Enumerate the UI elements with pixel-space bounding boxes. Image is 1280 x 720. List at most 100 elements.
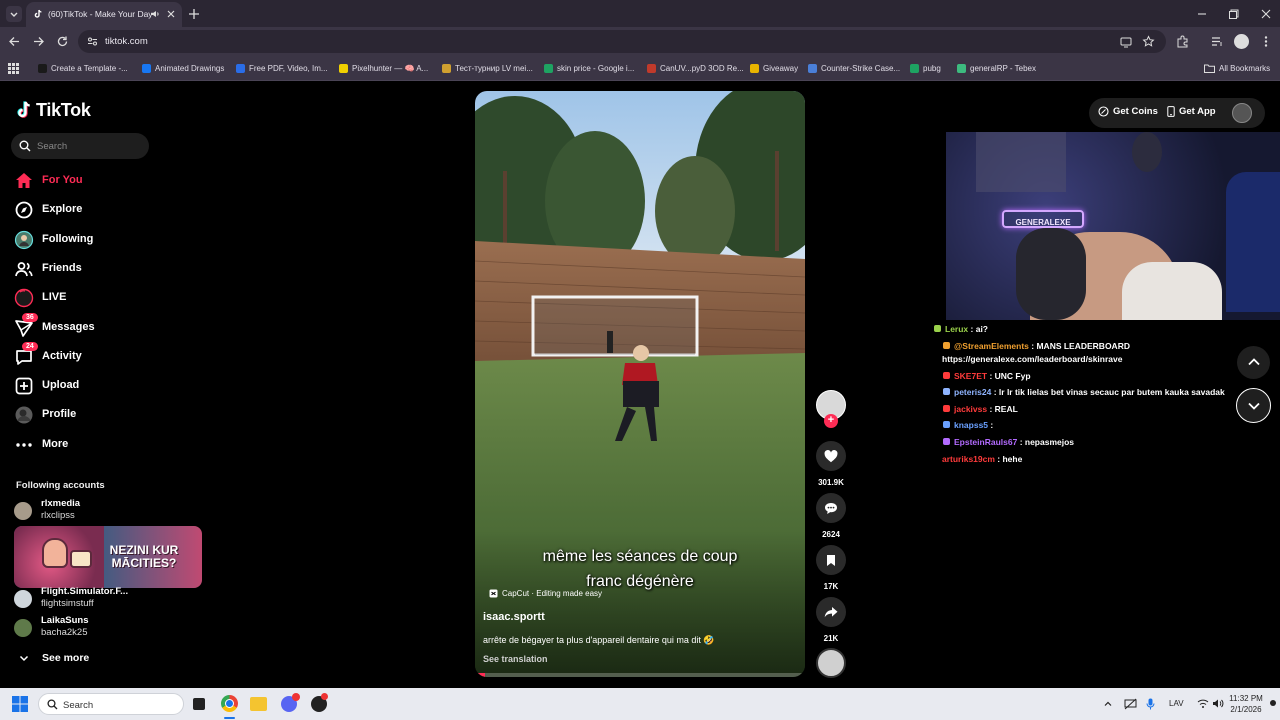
install-app-icon[interactable] <box>1120 36 1132 48</box>
discord-notification-badge <box>292 693 300 701</box>
browser-menu-icon[interactable] <box>1260 35 1272 48</box>
see-translation-link[interactable]: See translation <box>483 654 548 664</box>
see-more-button[interactable]: See more <box>18 650 89 666</box>
all-bookmarks-button[interactable]: All Bookmarks <box>1204 62 1270 75</box>
url-bar[interactable]: tiktok.com <box>78 30 1166 53</box>
sound-avatar[interactable] <box>816 648 846 678</box>
comment-action[interactable]: 2624 <box>816 493 846 539</box>
like-action[interactable]: 301.9K <box>816 441 846 487</box>
bookmark-favicon-icon <box>236 64 245 73</box>
account-item[interactable]: Flight.Simulator.F... flightsimstuff <box>14 586 154 612</box>
see-more-label: See more <box>42 652 90 664</box>
site-info-icon[interactable] <box>87 36 98 47</box>
user-avatar[interactable] <box>1232 103 1252 123</box>
account-item[interactable]: LaikaSuns bacha2k25 <box>14 615 154 641</box>
tiktok-wordmark: TikTok <box>36 99 91 120</box>
notification-icon[interactable] <box>1270 700 1276 706</box>
windows-start-icon[interactable] <box>12 696 28 712</box>
apps-grid-icon[interactable] <box>8 63 19 74</box>
volume-icon[interactable] <box>1212 698 1224 709</box>
back-icon[interactable] <box>8 35 21 48</box>
chrome-taskbar-icon[interactable] <box>221 695 238 712</box>
close-tab-icon[interactable] <box>166 9 176 19</box>
extensions-icon[interactable] <box>1176 35 1189 48</box>
active-tab[interactable]: (60)TikTok - Make Your Day <box>26 2 182 27</box>
url-text: tiktok.com <box>105 36 148 47</box>
sidebar-item-for-you[interactable]: For You <box>14 170 144 192</box>
sidebar-item-messages[interactable]: Messages 36 <box>14 313 144 339</box>
chat-badge-icon <box>943 388 950 395</box>
close-window-icon[interactable] <box>1260 8 1272 20</box>
tab-title: (60)TikTok - Make Your Day <box>48 9 153 19</box>
home-icon <box>16 173 32 188</box>
capcut-tag[interactable]: CapCut · Editing made easy <box>489 589 602 598</box>
promo-banner[interactable]: NEZINI KUR MĀCITIES? <box>14 526 202 588</box>
tray-overflow-icon[interactable] <box>1103 699 1113 709</box>
folder-icon <box>1204 64 1215 73</box>
task-view-icon[interactable] <box>193 698 205 710</box>
chevron-down-icon <box>1247 402 1260 410</box>
file-explorer-icon[interactable] <box>250 697 267 711</box>
bookmark-item[interactable]: generalRP - Tebex <box>957 62 1036 75</box>
taskbar-search[interactable]: Search <box>38 693 184 715</box>
bookmark-label: pubg <box>923 64 941 73</box>
taskbar-search-label: Search <box>63 700 94 711</box>
scroll-up-button[interactable] <box>1237 346 1270 379</box>
new-tab-icon[interactable] <box>188 8 200 20</box>
save-action[interactable]: 17K <box>816 545 846 591</box>
bookmark-item[interactable]: Create a Template -... <box>38 62 128 75</box>
bookmarks-bar: Create a Template -... Animated Drawings F… <box>0 56 1280 81</box>
chat-message: EpsteinRauls67 : nepasmejos <box>943 437 1074 447</box>
sidebar-item-more[interactable]: More <box>14 434 144 456</box>
sidebar-item-following[interactable]: Following <box>14 229 144 251</box>
bookmark-item[interactable]: Тест-турнир LV mei... <box>442 62 533 75</box>
sidebar-item-upload[interactable]: Upload <box>14 375 144 397</box>
bookmark-favicon-icon <box>544 64 553 73</box>
network-icon[interactable] <box>1124 698 1137 710</box>
sidebar-item-live[interactable]: LIVE <box>14 287 144 309</box>
sidebar-item-profile[interactable]: Profile <box>14 404 144 426</box>
speaker-icon[interactable] <box>150 9 160 19</box>
sidebar-search[interactable]: Search <box>11 133 149 159</box>
bookmark-star-icon[interactable] <box>1142 35 1155 48</box>
bookmark-item[interactable]: CanUV...pyD 3OD Re... <box>647 62 744 75</box>
get-app-button[interactable]: Get App <box>1167 106 1216 117</box>
media-controls-icon[interactable] <box>1211 35 1224 48</box>
bookmark-item[interactable]: Pixelhunter — 🧠 A... <box>339 62 428 75</box>
get-coins-button[interactable]: Get Coins <box>1098 106 1158 117</box>
share-action[interactable]: 21K <box>816 597 846 643</box>
sidebar-item-friends[interactable]: Friends <box>14 258 144 280</box>
tab-search-button[interactable] <box>6 6 22 22</box>
sidebar-item-label: Explore <box>42 203 83 215</box>
profile-avatar[interactable] <box>1234 34 1249 49</box>
friends-icon <box>15 262 33 277</box>
sidebar-item-activity[interactable]: Activity 24 <box>14 342 144 368</box>
scroll-down-button[interactable] <box>1236 388 1271 423</box>
bookmark-item[interactable]: Animated Drawings <box>142 62 224 75</box>
bookmark-item[interactable]: Counter-Strike Case... <box>808 62 900 75</box>
tiktok-logo[interactable]: TikTok <box>15 98 91 122</box>
bookmark-item[interactable]: Giveaway <box>750 62 798 75</box>
chat-username: knapss5 <box>954 420 989 430</box>
chevron-down-icon <box>19 655 29 662</box>
language-indicator[interactable]: LAV <box>1169 699 1184 708</box>
clock[interactable]: 11:32 PM 2/1/2026 <box>1226 693 1266 715</box>
reload-icon[interactable] <box>56 35 69 48</box>
chat-message: knapss5 : <box>943 420 993 430</box>
minimize-icon[interactable] <box>1196 8 1208 20</box>
account-item[interactable]: rlxmedia rlxclipss <box>14 498 154 524</box>
bookmark-item[interactable]: pubg <box>910 62 941 75</box>
wifi-icon[interactable] <box>1197 698 1209 709</box>
video-author[interactable]: isaac.sportt <box>483 611 545 623</box>
chat-username: peteris24 <box>954 387 992 397</box>
account-handle: flightsimstuff <box>41 598 94 609</box>
sidebar-item-explore[interactable]: Explore <box>14 199 144 221</box>
video-player[interactable]: même les séances de coup franc dégénère … <box>475 91 805 677</box>
bookmark-item[interactable]: skin price - Google i... <box>544 62 634 75</box>
bookmark-item[interactable]: Free PDF, Video, Im... <box>236 62 328 75</box>
video-progress-track[interactable] <box>475 673 805 677</box>
forward-icon[interactable] <box>32 35 45 48</box>
microphone-icon[interactable] <box>1146 698 1155 710</box>
follow-button[interactable]: + <box>824 414 838 428</box>
restore-icon[interactable] <box>1228 8 1240 20</box>
